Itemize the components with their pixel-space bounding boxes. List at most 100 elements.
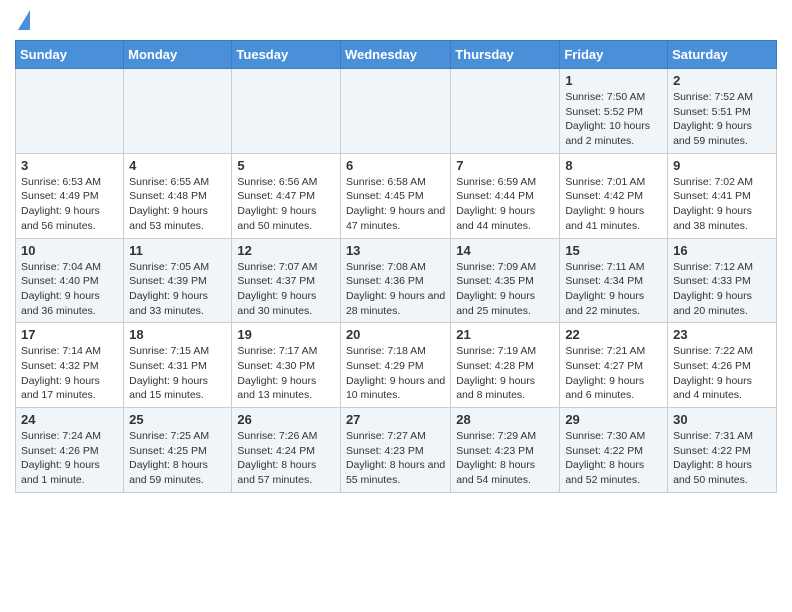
day-info: Sunrise: 7:24 AM Sunset: 4:26 PM Dayligh…	[21, 429, 118, 488]
calendar-cell: 9 Sunrise: 7:02 AM Sunset: 4:41 PM Daylig…	[668, 153, 777, 238]
day-info: Sunrise: 7:29 AM Sunset: 4:23 PM Dayligh…	[456, 429, 554, 488]
day-info: Sunrise: 7:50 AM Sunset: 5:52 PM Dayligh…	[565, 90, 662, 149]
calendar-cell: 19 Sunrise: 7:17 AM Sunset: 4:30 PM Dayli…	[232, 323, 341, 408]
calendar-cell: 2 Sunrise: 7:52 AM Sunset: 5:51 PM Daylig…	[668, 69, 777, 154]
day-number: 27	[346, 412, 445, 427]
day-number: 21	[456, 327, 554, 342]
day-info: Sunrise: 6:56 AM Sunset: 4:47 PM Dayligh…	[237, 175, 335, 234]
calendar-cell: 1 Sunrise: 7:50 AM Sunset: 5:52 PM Daylig…	[560, 69, 668, 154]
calendar-table: SundayMondayTuesdayWednesdayThursdayFrid…	[15, 40, 777, 493]
calendar-header-tuesday: Tuesday	[232, 41, 341, 69]
day-number: 13	[346, 243, 445, 258]
day-info: Sunrise: 7:08 AM Sunset: 4:36 PM Dayligh…	[346, 260, 445, 319]
calendar-cell: 4 Sunrise: 6:55 AM Sunset: 4:48 PM Daylig…	[124, 153, 232, 238]
day-number: 3	[21, 158, 118, 173]
calendar-cell: 7 Sunrise: 6:59 AM Sunset: 4:44 PM Daylig…	[451, 153, 560, 238]
day-number: 5	[237, 158, 335, 173]
day-info: Sunrise: 7:25 AM Sunset: 4:25 PM Dayligh…	[129, 429, 226, 488]
day-info: Sunrise: 6:58 AM Sunset: 4:45 PM Dayligh…	[346, 175, 445, 234]
calendar-cell: 15 Sunrise: 7:11 AM Sunset: 4:34 PM Dayli…	[560, 238, 668, 323]
day-info: Sunrise: 7:30 AM Sunset: 4:22 PM Dayligh…	[565, 429, 662, 488]
day-number: 30	[673, 412, 771, 427]
day-number: 26	[237, 412, 335, 427]
calendar-header-monday: Monday	[124, 41, 232, 69]
day-number: 2	[673, 73, 771, 88]
day-info: Sunrise: 7:22 AM Sunset: 4:26 PM Dayligh…	[673, 344, 771, 403]
calendar-week-row: 17 Sunrise: 7:14 AM Sunset: 4:32 PM Dayli…	[16, 323, 777, 408]
calendar-week-row: 10 Sunrise: 7:04 AM Sunset: 4:40 PM Dayli…	[16, 238, 777, 323]
calendar-cell: 5 Sunrise: 6:56 AM Sunset: 4:47 PM Daylig…	[232, 153, 341, 238]
day-number: 10	[21, 243, 118, 258]
calendar-week-row: 24 Sunrise: 7:24 AM Sunset: 4:26 PM Dayli…	[16, 408, 777, 493]
day-info: Sunrise: 7:26 AM Sunset: 4:24 PM Dayligh…	[237, 429, 335, 488]
day-info: Sunrise: 7:18 AM Sunset: 4:29 PM Dayligh…	[346, 344, 445, 403]
day-number: 15	[565, 243, 662, 258]
day-info: Sunrise: 7:07 AM Sunset: 4:37 PM Dayligh…	[237, 260, 335, 319]
day-number: 18	[129, 327, 226, 342]
calendar-cell: 26 Sunrise: 7:26 AM Sunset: 4:24 PM Dayli…	[232, 408, 341, 493]
calendar-cell	[451, 69, 560, 154]
day-info: Sunrise: 7:19 AM Sunset: 4:28 PM Dayligh…	[456, 344, 554, 403]
day-info: Sunrise: 6:53 AM Sunset: 4:49 PM Dayligh…	[21, 175, 118, 234]
day-number: 8	[565, 158, 662, 173]
day-info: Sunrise: 7:02 AM Sunset: 4:41 PM Dayligh…	[673, 175, 771, 234]
calendar-cell: 17 Sunrise: 7:14 AM Sunset: 4:32 PM Dayli…	[16, 323, 124, 408]
day-number: 7	[456, 158, 554, 173]
calendar-cell: 27Sunrise: 7:27 AM Sunset: 4:23 PM Dayli…	[340, 408, 450, 493]
day-number: 12	[237, 243, 335, 258]
day-number: 22	[565, 327, 662, 342]
day-number: 1	[565, 73, 662, 88]
day-number: 19	[237, 327, 335, 342]
calendar-cell: 11 Sunrise: 7:05 AM Sunset: 4:39 PM Dayli…	[124, 238, 232, 323]
day-number: 28	[456, 412, 554, 427]
calendar-cell: 8 Sunrise: 7:01 AM Sunset: 4:42 PM Daylig…	[560, 153, 668, 238]
calendar-cell: 21 Sunrise: 7:19 AM Sunset: 4:28 PM Dayli…	[451, 323, 560, 408]
calendar-cell: 12 Sunrise: 7:07 AM Sunset: 4:37 PM Dayli…	[232, 238, 341, 323]
logo	[15, 10, 30, 32]
day-number: 25	[129, 412, 226, 427]
calendar-cell: 28 Sunrise: 7:29 AM Sunset: 4:23 PM Dayli…	[451, 408, 560, 493]
day-info: Sunrise: 7:14 AM Sunset: 4:32 PM Dayligh…	[21, 344, 118, 403]
day-info: Sunrise: 7:11 AM Sunset: 4:34 PM Dayligh…	[565, 260, 662, 319]
calendar-cell: 14 Sunrise: 7:09 AM Sunset: 4:35 PM Dayli…	[451, 238, 560, 323]
day-info: Sunrise: 6:55 AM Sunset: 4:48 PM Dayligh…	[129, 175, 226, 234]
day-number: 17	[21, 327, 118, 342]
day-number: 20	[346, 327, 445, 342]
day-number: 23	[673, 327, 771, 342]
day-number: 29	[565, 412, 662, 427]
day-number: 24	[21, 412, 118, 427]
day-number: 4	[129, 158, 226, 173]
day-number: 16	[673, 243, 771, 258]
day-info: Sunrise: 7:15 AM Sunset: 4:31 PM Dayligh…	[129, 344, 226, 403]
day-number: 9	[673, 158, 771, 173]
day-info: Sunrise: 7:05 AM Sunset: 4:39 PM Dayligh…	[129, 260, 226, 319]
day-number: 6	[346, 158, 445, 173]
calendar-header-wednesday: Wednesday	[340, 41, 450, 69]
calendar-cell: 29 Sunrise: 7:30 AM Sunset: 4:22 PM Dayli…	[560, 408, 668, 493]
day-info: Sunrise: 7:52 AM Sunset: 5:51 PM Dayligh…	[673, 90, 771, 149]
day-info: Sunrise: 7:17 AM Sunset: 4:30 PM Dayligh…	[237, 344, 335, 403]
day-info: Sunrise: 7:01 AM Sunset: 4:42 PM Dayligh…	[565, 175, 662, 234]
logo-triangle-icon	[18, 10, 30, 30]
calendar-header-sunday: Sunday	[16, 41, 124, 69]
calendar-header-saturday: Saturday	[668, 41, 777, 69]
day-number: 14	[456, 243, 554, 258]
calendar-cell: 16Sunrise: 7:12 AM Sunset: 4:33 PM Dayli…	[668, 238, 777, 323]
calendar-cell	[124, 69, 232, 154]
calendar-cell	[232, 69, 341, 154]
calendar-header-friday: Friday	[560, 41, 668, 69]
calendar-cell: 22 Sunrise: 7:21 AM Sunset: 4:27 PM Dayli…	[560, 323, 668, 408]
calendar-header-row: SundayMondayTuesdayWednesdayThursdayFrid…	[16, 41, 777, 69]
day-info: Sunrise: 6:59 AM Sunset: 4:44 PM Dayligh…	[456, 175, 554, 234]
calendar-cell: 23 Sunrise: 7:22 AM Sunset: 4:26 PM Dayli…	[668, 323, 777, 408]
day-info: Sunrise: 7:04 AM Sunset: 4:40 PM Dayligh…	[21, 260, 118, 319]
calendar-cell: 10 Sunrise: 7:04 AM Sunset: 4:40 PM Dayli…	[16, 238, 124, 323]
calendar-cell: 13 Sunrise: 7:08 AM Sunset: 4:36 PM Dayli…	[340, 238, 450, 323]
calendar-week-row: 3 Sunrise: 6:53 AM Sunset: 4:49 PM Daylig…	[16, 153, 777, 238]
day-info: Sunrise: 7:21 AM Sunset: 4:27 PM Dayligh…	[565, 344, 662, 403]
calendar-cell	[340, 69, 450, 154]
day-number: 11	[129, 243, 226, 258]
calendar-cell: 20 Sunrise: 7:18 AM Sunset: 4:29 PM Dayli…	[340, 323, 450, 408]
calendar-cell: 3 Sunrise: 6:53 AM Sunset: 4:49 PM Daylig…	[16, 153, 124, 238]
day-info: Sunrise: 7:09 AM Sunset: 4:35 PM Dayligh…	[456, 260, 554, 319]
